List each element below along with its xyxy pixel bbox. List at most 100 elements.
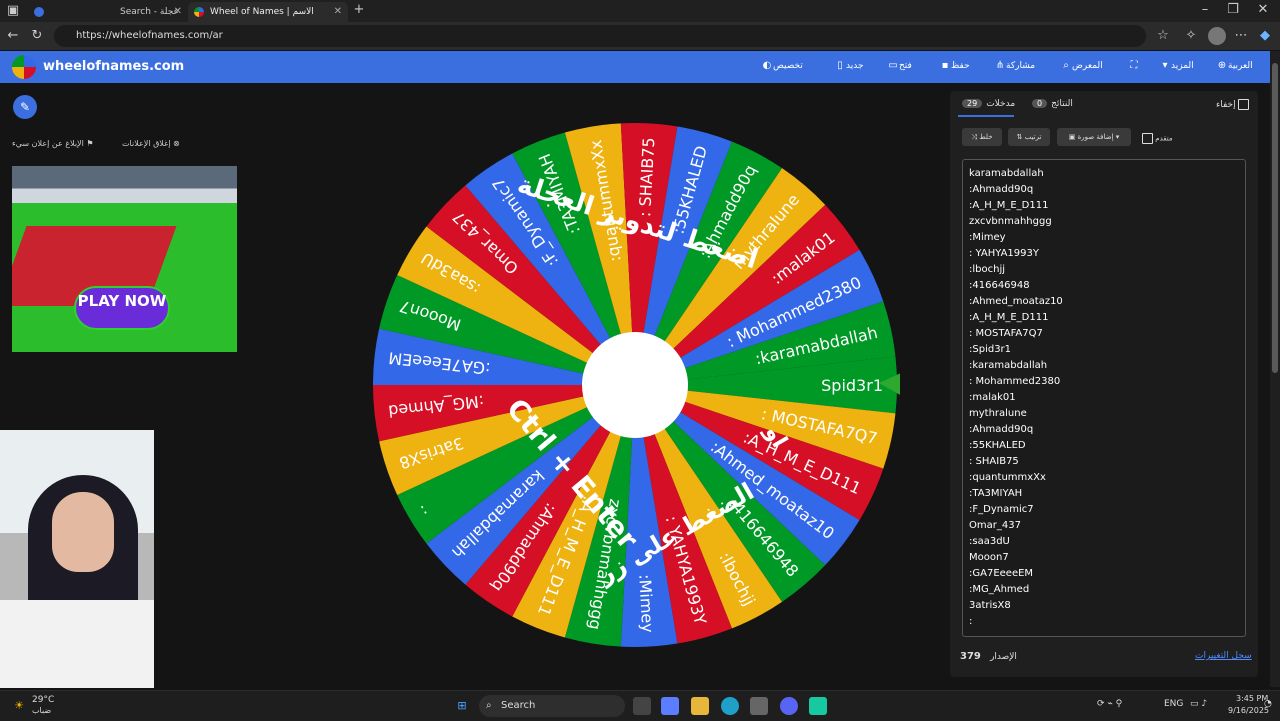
new-tab-button[interactable]: +	[350, 1, 368, 19]
entry-line: :A_H_M_E_D111	[969, 312, 1049, 323]
tray-icons[interactable]: ⟳ ⌁ ⚲	[1097, 699, 1122, 709]
browser-tab-wheel[interactable]: Wheel of Names | الاسم العشوائي ✕	[188, 2, 348, 37]
wheel[interactable]: Spid3r1: MOSTAFA7Q7:A_H_M_E_D111:Ahmed_m…	[370, 120, 900, 650]
ad-banner[interactable]: PLAY NOW	[12, 166, 237, 352]
url-field[interactable]: https://wheelofnames.com/ar	[54, 25, 1146, 47]
results-count-badge: 0	[1032, 99, 1048, 108]
store-icon[interactable]	[750, 697, 768, 715]
site-logo-text[interactable]: wheelofnames.com	[43, 59, 184, 74]
report-ad-link[interactable]: الإبلاغ عن إعلان سيء ⚑	[12, 139, 94, 148]
hide-checkbox[interactable]	[1238, 99, 1250, 110]
profile-avatar[interactable]	[1208, 27, 1226, 45]
edition-info: 379 الإصدار	[960, 651, 1017, 662]
entry-line: Mooon7	[969, 552, 1009, 563]
customize-button[interactable]: ◐ تخصيص	[757, 60, 803, 71]
language-menu[interactable]: ⊕ العربية	[1212, 60, 1253, 71]
close-tab-icon[interactable]: ✕	[174, 2, 182, 22]
more-menu[interactable]: ▾ المزيد	[1155, 60, 1193, 71]
copilot-taskbar-icon[interactable]	[661, 697, 679, 715]
webcam-face	[52, 492, 114, 572]
task-view-icon[interactable]	[633, 697, 651, 715]
gallery-button[interactable]: ⌕ المعرض	[1056, 60, 1102, 71]
fullscreen-button[interactable]: ⛶	[1124, 60, 1140, 71]
entries-panel: 29 مدخلات 0 النتائج إخفاء ⤨ خلط ⇅ ترتيب ▣ …	[950, 91, 1258, 677]
new-button[interactable]: ▯ جديد	[830, 60, 863, 71]
entry-line: :F_Dynamic7	[969, 504, 1034, 515]
search-icon	[34, 7, 44, 17]
edge-icon[interactable]	[721, 697, 739, 715]
weather-icon[interactable]: ☀	[10, 697, 28, 715]
close-tab-icon[interactable]: ✕	[334, 2, 342, 22]
entries-count-badge: 29	[962, 99, 983, 108]
favorites-icon[interactable]: ✧	[1182, 27, 1200, 45]
entries-textarea[interactable]: karamabdallah :Ahmadd90q :A_H_M_E_D111 zxcv…	[962, 159, 1246, 637]
edition-value: 379	[960, 651, 981, 662]
favorite-star-icon[interactable]: ☆	[1154, 27, 1172, 45]
more-options-icon[interactable]: ⋯	[1232, 27, 1250, 45]
wheel-segment-label: Spid3r1	[821, 376, 883, 395]
globe-icon: ⊕	[1217, 60, 1227, 71]
language-indicator[interactable]: ENG	[1164, 699, 1183, 709]
entry-line: :Spid3r1	[969, 344, 1012, 355]
sort-icon: ⇅	[1016, 133, 1023, 141]
entry-line: :quantummxXx	[969, 472, 1046, 483]
entry-line: karamabdallah	[969, 168, 1044, 179]
webcam-coat	[0, 600, 154, 688]
chevron-down-icon: ▾	[1162, 60, 1168, 71]
search-icon: ⌕	[486, 700, 492, 711]
shuffle-button[interactable]: ⤨ خلط	[962, 128, 1002, 146]
app-icon[interactable]	[809, 697, 827, 715]
refresh-icon[interactable]: ↻	[28, 27, 46, 45]
address-bar-row: ← ↻ https://wheelofnames.com/ar ☆ ✧ ⋯ ◆	[0, 22, 1280, 50]
add-image-dropdown[interactable]: ▣ إضافة صورة ▾	[1057, 128, 1131, 146]
advanced-toggle[interactable]: متقدم	[1142, 133, 1173, 144]
entry-line: :GA7EeeeEM	[969, 568, 1034, 579]
tab-results[interactable]: 0 النتائج	[1032, 99, 1073, 109]
open-button[interactable]: ▭فتح	[883, 60, 912, 71]
entry-line: :Ahmadd90q	[969, 184, 1034, 195]
changelog-link[interactable]: سجل التغييرات	[1195, 651, 1252, 661]
webcam-overlay	[0, 430, 154, 688]
edition-label: الإصدار	[990, 652, 1017, 662]
copilot-icon[interactable]: ◆	[1256, 27, 1274, 45]
sort-button[interactable]: ⇅ ترتيب	[1008, 128, 1050, 146]
ad-play-now-button[interactable]: PLAY NOW	[74, 286, 170, 330]
save-button[interactable]: ▪ حفظ	[935, 60, 970, 71]
advanced-checkbox[interactable]	[1142, 133, 1153, 144]
discord-icon[interactable]	[780, 697, 798, 715]
image-icon: ▣	[1068, 133, 1076, 141]
hide-toggle[interactable]: إخفاء	[1216, 99, 1250, 110]
app-header: wheelofnames.com ◐ تخصيص ▯ جديد ▭فتح ▪ حفظ …	[0, 51, 1270, 83]
search-icon: ⌕	[1063, 60, 1069, 71]
back-icon[interactable]: ←	[4, 27, 22, 45]
wheel-center-hub[interactable]	[582, 332, 688, 438]
share-button[interactable]: ⋔ مشاركة	[990, 60, 1035, 71]
entry-line: : YAHYA1993Y	[969, 248, 1039, 259]
page-scrollbar[interactable]	[1270, 51, 1280, 687]
palette-icon: ◐	[762, 60, 772, 71]
close-window-icon[interactable]: ✕	[1254, 1, 1272, 19]
weather-temp[interactable]: 29°C	[32, 695, 54, 705]
browser-tab-search[interactable]: Search - عجلة الحظ ✕	[28, 2, 188, 37]
entry-line: mythralune	[969, 408, 1027, 419]
sidebar-toggle-icon[interactable]: ▣	[4, 2, 22, 20]
entry-line: :Mimey	[969, 232, 1006, 243]
entry-line: Omar_437	[969, 520, 1021, 531]
tab-entries[interactable]: 29 مدخلات	[962, 99, 1015, 109]
entry-line: :Ahmadd90q	[969, 424, 1034, 435]
maximize-icon[interactable]: ❐	[1224, 1, 1242, 19]
file-explorer-icon[interactable]	[691, 697, 709, 715]
taskbar-search[interactable]: ⌕ Search	[479, 695, 625, 717]
wheel-logo-icon[interactable]	[12, 55, 36, 79]
minimize-icon[interactable]: –	[1196, 1, 1214, 19]
clock-date[interactable]: 9/16/2025	[1228, 706, 1269, 715]
edit-pencil-button[interactable]: ✎	[13, 95, 37, 119]
network-volume-icons[interactable]: ▭ ♪	[1190, 699, 1207, 709]
entry-line: :416646948	[969, 280, 1030, 291]
wheel-svg[interactable]: Spid3r1: MOSTAFA7Q7:A_H_M_E_D111:Ahmed_m…	[370, 120, 900, 650]
scrollbar-thumb[interactable]	[1272, 63, 1278, 373]
notification-icon[interactable]: ◔	[1264, 699, 1272, 709]
close-ads-link[interactable]: إغلاق الإعلانات ⊗	[122, 139, 180, 148]
entry-line: zxcvbnmahhggg	[969, 216, 1052, 227]
windows-start-icon[interactable]: ⊞	[453, 697, 471, 715]
